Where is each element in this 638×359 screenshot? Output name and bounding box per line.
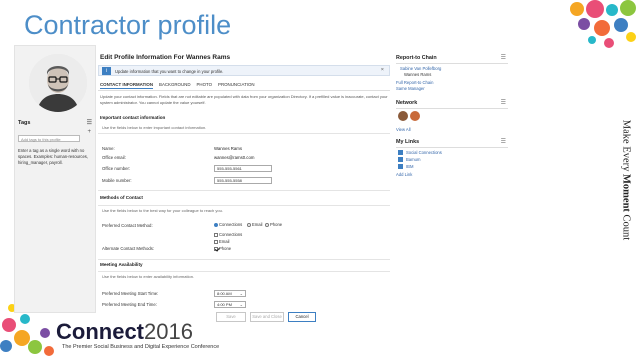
decorative-dots-top-right xyxy=(560,0,638,60)
preferred-radio-email[interactable]: Email xyxy=(247,222,262,227)
tab-photo[interactable]: PHOTO xyxy=(197,82,213,89)
office-number-label: Office number: xyxy=(102,166,131,171)
network-heading: Network xyxy=(396,100,418,106)
office-number-field[interactable]: 555-555-5561 xyxy=(214,165,272,172)
report-to-heading: Report-to Chain xyxy=(396,55,437,61)
office-email-value: wannes@rams0.com xyxy=(214,155,255,160)
link-social-connections[interactable]: Social Connections xyxy=(406,150,442,155)
cancel-button[interactable]: Cancel xyxy=(288,312,316,322)
alternate-check-phone[interactable]: Phone xyxy=(214,246,231,251)
link-icon xyxy=(398,157,403,162)
avatar xyxy=(29,54,87,112)
tab-background[interactable]: BACKGROUND xyxy=(159,82,190,89)
important-contact-sub: Use the fields below to enter important … xyxy=(102,125,207,130)
link-icon xyxy=(398,150,403,155)
divider xyxy=(98,133,390,134)
end-time-select[interactable]: 4:00 PM ⌄ xyxy=(214,301,246,308)
office-email-label: Office email: xyxy=(102,155,126,160)
vertical-tagline: Make Every Moment Count xyxy=(620,119,632,241)
save-and-close-button[interactable]: Save and Close xyxy=(250,312,284,322)
link-bamum[interactable]: Bamum xyxy=(406,157,420,162)
network-menu-icon[interactable]: ☰ xyxy=(501,99,506,106)
meeting-heading: Meeting Availability xyxy=(100,262,143,267)
intro-text: Update your contact information. Fields … xyxy=(100,94,388,105)
link-ibm[interactable]: IBM xyxy=(406,164,413,169)
same-manager-link[interactable]: Same Manager xyxy=(396,86,425,91)
avatar[interactable] xyxy=(398,111,408,121)
links-menu-icon[interactable]: ☰ xyxy=(501,138,506,145)
tab-pronunciation[interactable]: PRONUNCIATION xyxy=(218,82,255,89)
link-icon xyxy=(398,164,403,169)
profile-left-column: Tags ☰ Add tags to this profile + Enter … xyxy=(14,45,96,313)
start-time-select[interactable]: 8:00 AM ⌄ xyxy=(214,290,246,297)
divider xyxy=(98,205,390,206)
my-links-heading: My Links xyxy=(396,139,420,145)
info-icon: i xyxy=(102,67,111,75)
add-tag-button[interactable]: + xyxy=(87,129,91,135)
info-message-bar: i Update information that you want to ch… xyxy=(98,65,390,76)
divider xyxy=(98,271,390,272)
info-message: Update information that you want to chan… xyxy=(115,69,224,74)
tags-menu-icon[interactable]: ☰ xyxy=(87,119,92,126)
chevron-down-icon: ⌄ xyxy=(239,302,243,307)
meeting-sub: Use the fields below to enter availabili… xyxy=(102,274,195,279)
tags-panel: Tags ☰ Add tags to this profile + Enter … xyxy=(15,118,95,168)
end-time-label: Preferred Meeting End Time: xyxy=(102,302,157,307)
close-icon[interactable]: × xyxy=(381,67,384,73)
name-label: Name: xyxy=(102,146,115,151)
important-contact-heading: Important contact information xyxy=(100,115,166,120)
report-chain-self: Wannes Rams xyxy=(404,72,432,77)
report-chain-manager[interactable]: Sabine Van Pollefborg xyxy=(400,66,441,71)
avatar[interactable] xyxy=(410,111,420,121)
full-report-chain-link[interactable]: Full Report-to Chain xyxy=(396,80,433,85)
methods-heading: Methods of Contact xyxy=(100,195,143,200)
view-all-link[interactable]: View All xyxy=(396,127,411,132)
start-time-label: Preferred Meeting Start Time: xyxy=(102,291,159,296)
alternate-check-email[interactable]: Email xyxy=(214,239,229,244)
tab-contact-information[interactable]: CONTACT INFORMATION xyxy=(100,82,154,89)
edit-profile-form: Edit Profile Information For Wannes Rams… xyxy=(98,45,390,325)
alternate-check-connections[interactable]: Connections xyxy=(214,232,242,237)
divider xyxy=(396,108,508,109)
divider xyxy=(396,147,508,148)
mobile-number-label: Mobile number: xyxy=(102,178,132,183)
chevron-down-icon: ⌄ xyxy=(239,291,243,296)
preferred-contact-label: Preferred Contact Method: xyxy=(102,223,153,228)
tags-input[interactable]: Add tags to this profile xyxy=(18,135,80,142)
divider xyxy=(98,259,390,260)
profile-tabs: CONTACT INFORMATION BACKGROUND PHOTO PRO… xyxy=(100,82,255,89)
tabs-divider xyxy=(98,90,390,91)
tags-help-text: Enter a tag as a single word with no spa… xyxy=(18,148,89,165)
methods-sub: Use the fields below to the best way for… xyxy=(102,208,223,213)
name-value: Wannes Rams xyxy=(214,146,243,151)
alternate-contact-label: Alternate Contact Methods: xyxy=(102,246,155,251)
slide-title: Contractor profile xyxy=(24,10,232,40)
preferred-radio-phone[interactable]: Phone xyxy=(265,222,282,227)
mobile-number-field[interactable]: 555-555-5558 xyxy=(214,177,272,184)
add-link[interactable]: Add Link xyxy=(396,172,412,177)
report-menu-icon[interactable]: ☰ xyxy=(501,54,506,61)
conference-tagline: The Premier Social Business and Digital … xyxy=(62,344,220,350)
divider xyxy=(98,190,390,191)
tags-heading: Tags ☰ xyxy=(18,119,92,126)
profile-right-column: Report-to Chain ☰ Sabine Van Pollefborg … xyxy=(396,45,508,195)
divider xyxy=(396,63,508,64)
preferred-radio-connections[interactable]: Connections xyxy=(214,222,242,227)
save-button[interactable]: Save xyxy=(216,312,246,322)
form-title: Edit Profile Information For Wannes Rams xyxy=(100,54,231,61)
